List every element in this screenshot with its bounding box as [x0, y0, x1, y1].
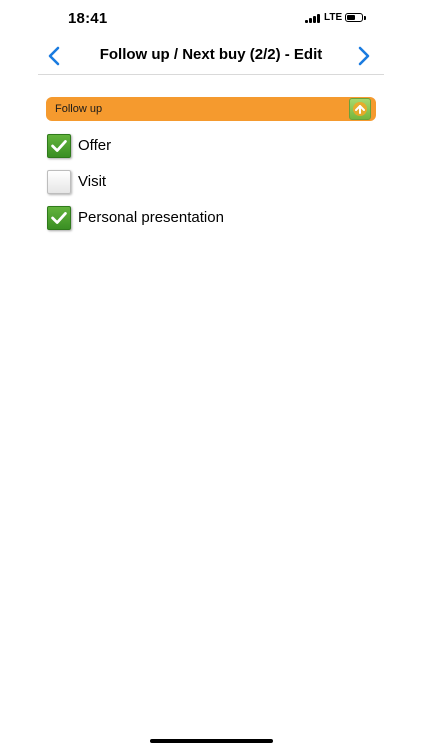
checklist-item-personal-presentation[interactable]: Personal presentation: [46, 206, 376, 232]
battery-icon: [345, 13, 363, 22]
home-indicator[interactable]: [150, 739, 273, 743]
offer-checkbox[interactable]: [47, 134, 71, 158]
checklist-item-visit[interactable]: Visit: [46, 170, 376, 196]
arrow-up-icon: [353, 102, 367, 116]
navigation-bar: Follow up / Next buy (2/2) - Edit: [38, 38, 384, 75]
page-title: Follow up / Next buy (2/2) - Edit: [99, 46, 323, 63]
collapse-section-button[interactable]: [349, 98, 371, 120]
offer-label: Offer: [78, 137, 112, 154]
checkmark-icon: [51, 140, 67, 152]
section-title: Follow up: [55, 103, 103, 115]
visit-checkbox[interactable]: [47, 170, 71, 194]
checklist-item-offer[interactable]: Offer: [46, 134, 376, 160]
visit-label: Visit: [78, 173, 107, 190]
personal-presentation-checkbox[interactable]: [47, 206, 71, 230]
network-type-label: LTE: [324, 12, 343, 23]
signal-bars-icon: [305, 13, 321, 23]
status-time: 18:41: [68, 10, 108, 27]
battery-cap: [364, 16, 366, 20]
personal-presentation-label: Personal presentation: [78, 209, 224, 226]
chevron-right-icon[interactable]: [354, 46, 372, 66]
section-header-follow-up[interactable]: Follow up: [46, 97, 376, 121]
status-bar: 18:41 LTE: [0, 0, 422, 38]
checkmark-icon: [51, 212, 67, 224]
